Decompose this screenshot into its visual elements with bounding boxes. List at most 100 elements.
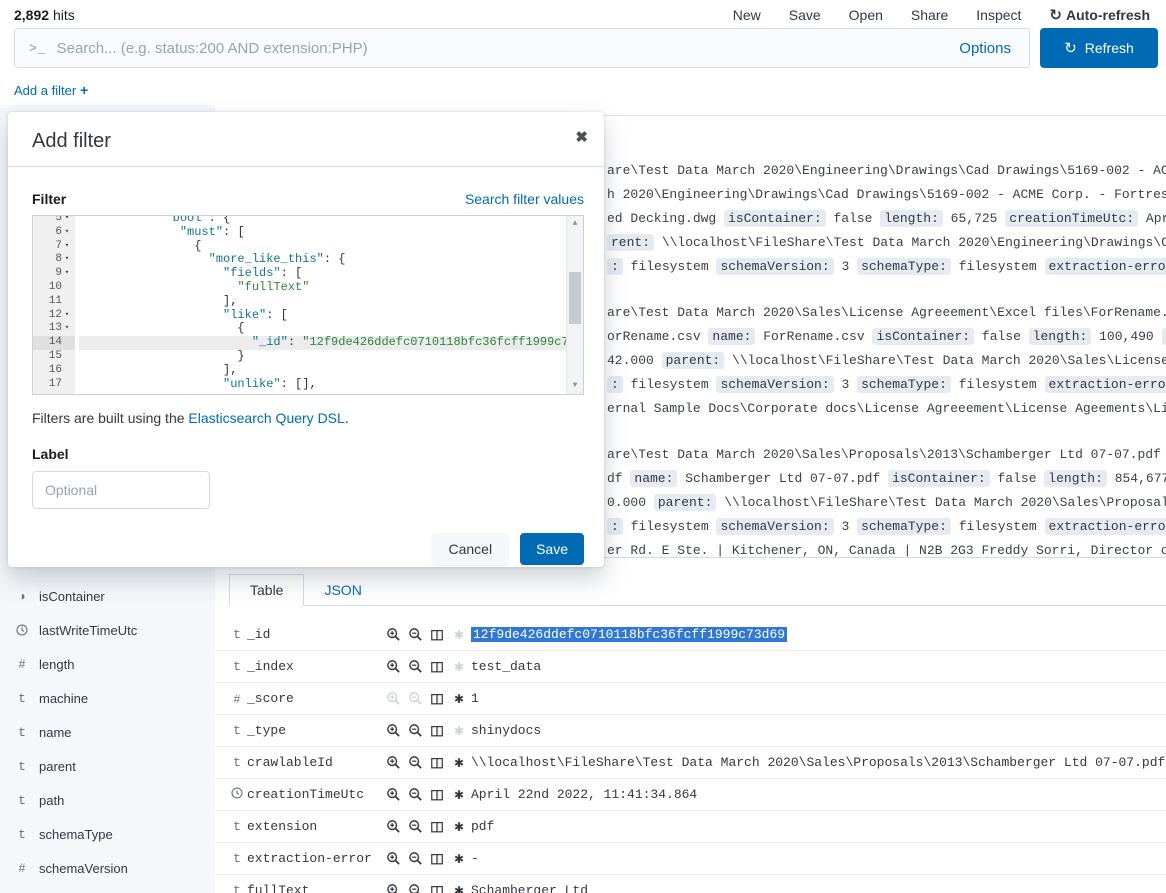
editor-scrollbar[interactable]: ▲ ▼	[566, 216, 583, 394]
zoom-in-icon[interactable]	[385, 787, 401, 803]
filter-for-field-icon[interactable]: ✱	[451, 883, 467, 893]
field-badge: name:	[708, 328, 755, 345]
filter-for-field-icon[interactable]: ✱	[451, 755, 467, 771]
tab-table[interactable]: Table	[229, 574, 304, 606]
toggle-column-icon[interactable]	[429, 691, 445, 707]
doc-text: false	[990, 471, 1045, 486]
toggle-column-icon[interactable]	[429, 659, 445, 675]
filter-for-field-icon[interactable]: ✱	[451, 851, 467, 867]
search-filter-values-link[interactable]: Search filter values	[465, 191, 584, 207]
zoom-out-icon[interactable]	[407, 787, 423, 803]
row-actions: ✱	[385, 883, 471, 893]
zoom-out-icon[interactable]	[407, 627, 423, 643]
toggle-column-icon[interactable]	[429, 627, 445, 643]
filter-for-field-icon[interactable]: ✱	[451, 787, 467, 803]
zoom-out-icon[interactable]	[407, 851, 423, 867]
line-number: 10	[49, 281, 62, 295]
cancel-button[interactable]: Cancel	[432, 533, 508, 565]
doc-text: are\Test Data March 2020\Engineering\Dra…	[607, 163, 1166, 178]
field-type-string-icon: t	[14, 759, 30, 774]
auto-refresh-link[interactable]: ↻Auto-refresh	[1049, 6, 1150, 24]
toggle-column-icon[interactable]	[429, 819, 445, 835]
sidebar-field-machine[interactable]: tmachine	[0, 681, 215, 715]
line-number: 13	[49, 322, 62, 336]
zoom-in-icon[interactable]	[385, 819, 401, 835]
code-token: "12f9de426ddefc0710118bfc36fcff1999c73d6…	[302, 335, 566, 349]
editor-line: {	[79, 240, 566, 254]
sidebar-field-schemaVersion[interactable]: #schemaVersion	[0, 851, 215, 885]
fold-arrow-icon[interactable]: ▾	[62, 253, 72, 267]
sidebar-field-length[interactable]: #length	[0, 647, 215, 681]
close-icon[interactable]: ✖	[575, 128, 588, 146]
toggle-column-icon[interactable]	[429, 883, 445, 893]
refresh-button[interactable]: ↻ Refresh	[1040, 28, 1158, 68]
scrollbar-thumb[interactable]	[569, 272, 581, 324]
doc-text: ernal Sample Docs\Corporate docs\License…	[607, 401, 1166, 416]
fold-arrow-icon[interactable]: ▾	[62, 322, 72, 336]
doc-text: filesystem	[951, 519, 1045, 534]
code-token: "fullText"	[237, 280, 309, 294]
sidebar-field-path[interactable]: tpath	[0, 783, 215, 817]
table-row-creationTimeUtc: creationTimeUtc✱April 22nd 2022, 11:41:3…	[215, 779, 1166, 811]
field-badge: rent:	[607, 234, 654, 251]
zoom-out-icon[interactable]	[407, 755, 423, 771]
filter-for-field-icon[interactable]: ✱	[451, 819, 467, 835]
query-dsl-editor[interactable]: 5▾6▾7▾8▾9▾101112▾13▾14151617 "bool": { "…	[32, 215, 584, 395]
zoom-in-icon[interactable]	[385, 723, 401, 739]
zoom-in-icon[interactable]	[385, 883, 401, 893]
sidebar-field-lastWriteTimeUtc[interactable]: lastWriteTimeUtc	[0, 613, 215, 647]
toggle-column-icon[interactable]	[429, 723, 445, 739]
search-box: >_ Options	[14, 28, 1030, 68]
fold-arrow-icon[interactable]: ▾	[62, 309, 72, 323]
nav-link-inspect[interactable]: Inspect	[976, 7, 1021, 23]
zoom-in-icon[interactable]	[385, 659, 401, 675]
nav-link-save[interactable]: Save	[789, 7, 821, 23]
nav-link-share[interactable]: Share	[911, 7, 948, 23]
zoom-in-icon[interactable]	[385, 755, 401, 771]
add-filter-link[interactable]: Add a filter	[14, 83, 76, 98]
zoom-out-icon[interactable]	[407, 659, 423, 675]
save-button[interactable]: Save	[520, 533, 584, 565]
code-token: "more_like_this"	[209, 252, 324, 266]
nav-link-new[interactable]: New	[733, 7, 761, 23]
search-input[interactable]	[57, 40, 950, 57]
hits-label: hits	[53, 7, 75, 23]
value-text: test_data	[471, 659, 541, 674]
scroll-up-icon[interactable]: ▲	[573, 216, 578, 232]
sidebar-field-isContainer[interactable]: ◑isContainer	[0, 579, 215, 613]
field-value: pdf	[471, 819, 1166, 834]
fold-arrow-icon[interactable]: ▾	[62, 240, 72, 254]
fold-arrow-icon[interactable]: ▾	[62, 215, 72, 226]
tab-json[interactable]: JSON	[304, 575, 381, 605]
fold-arrow-icon[interactable]: ▾	[62, 226, 72, 240]
field-name: creationTimeUtc	[247, 787, 385, 802]
scrollbar-track[interactable]	[567, 232, 583, 378]
nav-link-open[interactable]: Open	[849, 7, 883, 23]
row-actions: ✱	[385, 723, 471, 739]
filter-for-field-icon[interactable]: ✱	[451, 691, 467, 707]
elasticsearch-dsl-link[interactable]: Elasticsearch Query DSL	[188, 410, 344, 426]
field-badge: extraction-error:	[1045, 376, 1166, 393]
doc-text: 3	[834, 519, 857, 534]
sidebar-field-parent[interactable]: tparent	[0, 749, 215, 783]
editor-gutter-line: 5▾	[33, 215, 75, 226]
options-link[interactable]: Options	[959, 40, 1015, 57]
plus-icon: +	[80, 82, 88, 98]
filter-label-input[interactable]	[32, 471, 210, 509]
toggle-column-icon[interactable]	[429, 755, 445, 771]
row-actions: ✱	[385, 755, 471, 771]
field-type-string-icon: t	[227, 723, 247, 738]
field-name: crawlableId	[247, 755, 385, 770]
sidebar-field-name[interactable]: tname	[0, 715, 215, 749]
toggle-column-icon[interactable]	[429, 851, 445, 867]
zoom-in-icon[interactable]	[385, 851, 401, 867]
zoom-out-icon[interactable]	[407, 723, 423, 739]
code-token: : [	[266, 308, 288, 322]
fold-arrow-icon[interactable]: ▾	[62, 267, 72, 281]
zoom-out-icon[interactable]	[407, 883, 423, 893]
zoom-in-icon[interactable]	[385, 627, 401, 643]
toggle-column-icon[interactable]	[429, 787, 445, 803]
zoom-out-icon[interactable]	[407, 819, 423, 835]
scroll-down-icon[interactable]: ▼	[573, 378, 578, 394]
sidebar-field-schemaType[interactable]: tschemaType	[0, 817, 215, 851]
